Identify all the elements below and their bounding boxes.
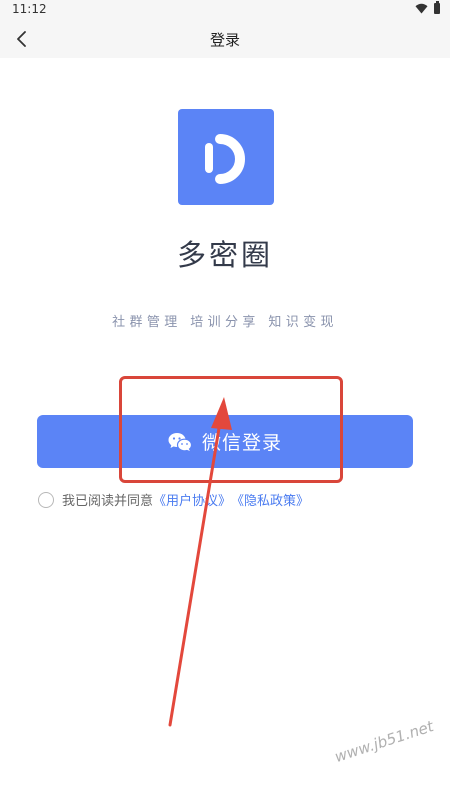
agreement-text: 我已阅读并同意 (62, 494, 154, 509)
app-bar: 登录 (0, 20, 450, 58)
page-title: 登录 (209, 31, 240, 49)
status-time: 11:12 (12, 2, 47, 16)
watermark: www.jb51.net (332, 717, 436, 766)
app-logo-icon (205, 134, 245, 184)
app-name: 多密圈 (176, 238, 273, 272)
privacy-policy-link[interactable]: 《隐私政策》 (231, 490, 309, 509)
user-agreement-link[interactable]: 《用户协议》 (153, 490, 231, 509)
app-logo (178, 109, 274, 205)
annotation-highlight-box (119, 376, 343, 483)
agreement-row: 我已阅读并同意 《用户协议》 《隐私政策》 (38, 490, 309, 509)
app-tagline: 社群管理 培训分享 知识变现 (112, 315, 338, 330)
status-icons (415, 1, 440, 14)
battery-icon (434, 1, 440, 14)
wifi-icon (415, 3, 428, 14)
status-bar: 11:12 (0, 0, 450, 20)
agreement-checkbox[interactable] (38, 491, 54, 508)
